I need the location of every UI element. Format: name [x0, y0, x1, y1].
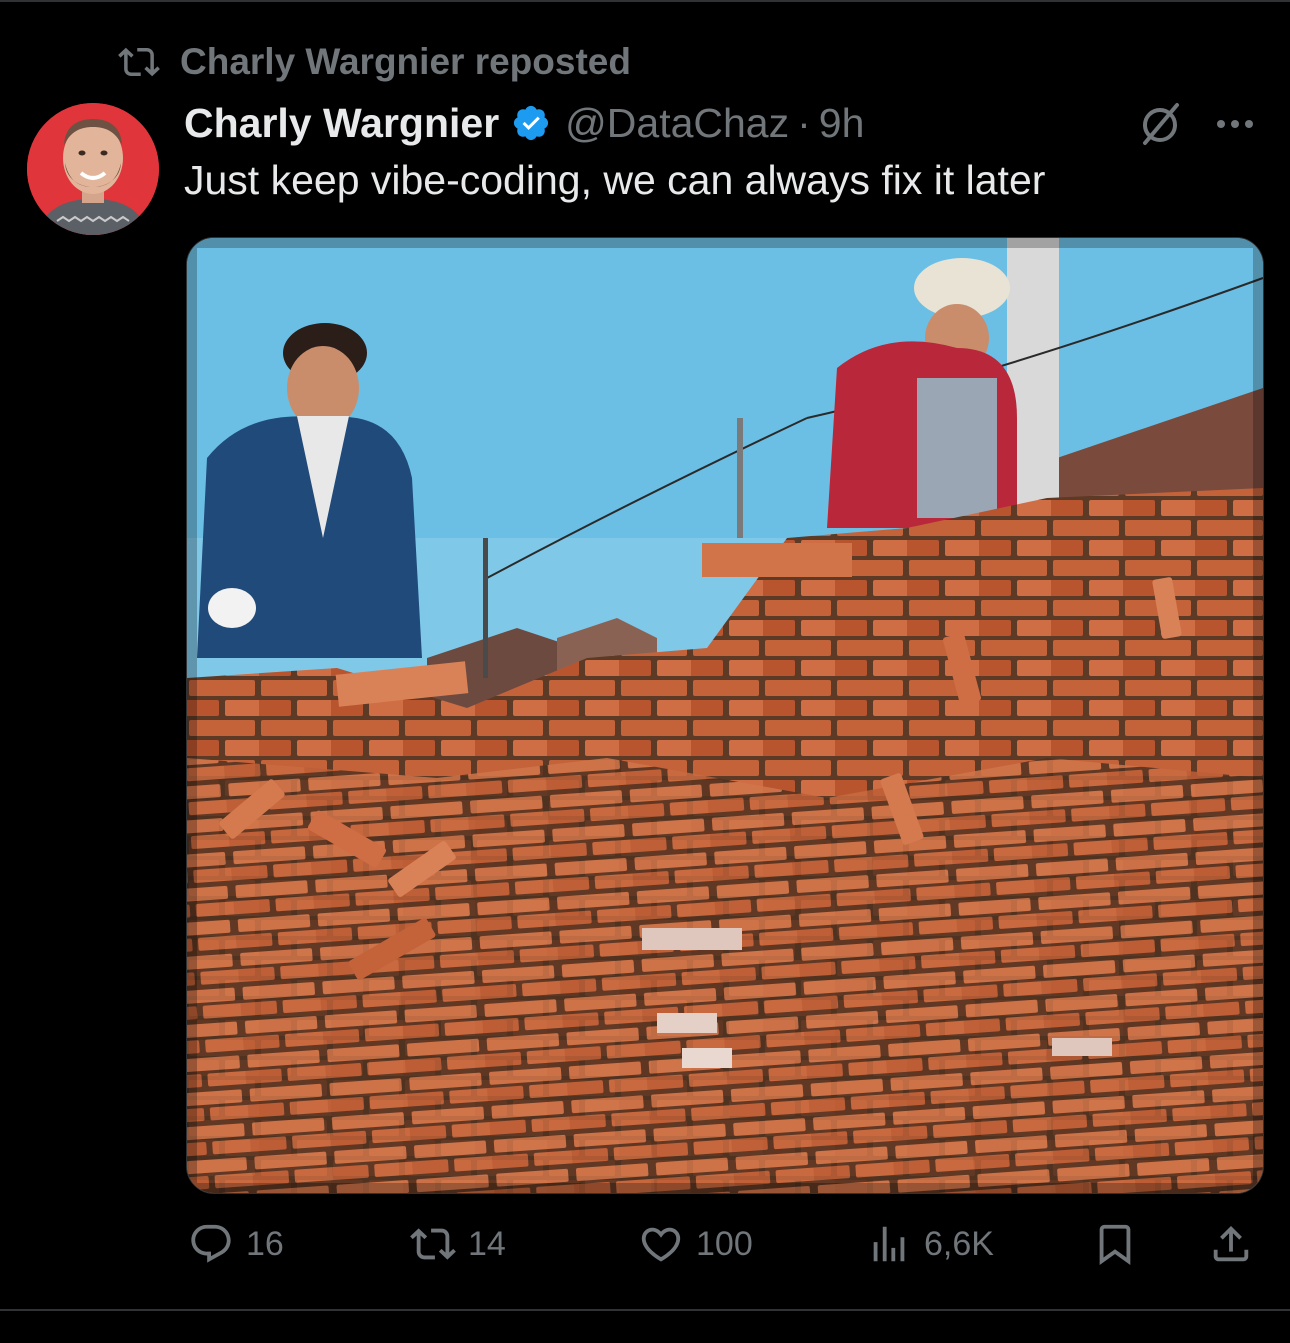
- bottom-divider: [0, 1309, 1290, 1311]
- reply-icon: [191, 1224, 231, 1263]
- like-count: 100: [696, 1224, 753, 1263]
- bricklayers-photo: [187, 238, 1263, 1193]
- repost-label: Charly Wargnier reposted: [180, 41, 631, 82]
- reply-count: 16: [246, 1224, 284, 1263]
- heart-icon: [641, 1227, 681, 1262]
- view-count: 6,6K: [924, 1224, 994, 1263]
- repost-button[interactable]: 14: [410, 1212, 506, 1276]
- share-button[interactable]: [1208, 1212, 1254, 1276]
- more-options-icon[interactable]: [1211, 104, 1259, 144]
- post-image[interactable]: [186, 237, 1264, 1194]
- separator-dot: ·: [797, 99, 811, 146]
- grok-icon[interactable]: [1137, 101, 1183, 147]
- views-button[interactable]: 6,6K: [866, 1212, 994, 1276]
- share-icon: [1213, 1225, 1249, 1262]
- author-handle[interactable]: @DataChaz: [565, 100, 789, 147]
- analytics-icon: [873, 1226, 905, 1262]
- bookmark-button[interactable]: [1092, 1212, 1138, 1276]
- post-header: Charly Wargnier @DataChaz · 9h: [184, 98, 864, 148]
- bookmark-icon: [1099, 1224, 1131, 1265]
- author-name[interactable]: Charly Wargnier: [184, 100, 499, 147]
- like-button[interactable]: 100: [638, 1212, 753, 1276]
- avatar[interactable]: [27, 103, 159, 235]
- reply-button[interactable]: 16: [188, 1212, 284, 1276]
- repost-icon: [410, 1228, 456, 1260]
- repost-indicator[interactable]: Charly Wargnier reposted: [118, 40, 631, 84]
- post-time[interactable]: 9h: [819, 100, 865, 147]
- repost-count: 14: [468, 1224, 506, 1263]
- repost-icon: [118, 47, 160, 77]
- action-bar: 16 14 100 6,6K: [0, 1212, 1290, 1276]
- verified-badge-icon[interactable]: [511, 103, 551, 143]
- top-divider: [0, 0, 1290, 2]
- post-text: Just keep vibe-coding, we can always fix…: [184, 157, 1046, 203]
